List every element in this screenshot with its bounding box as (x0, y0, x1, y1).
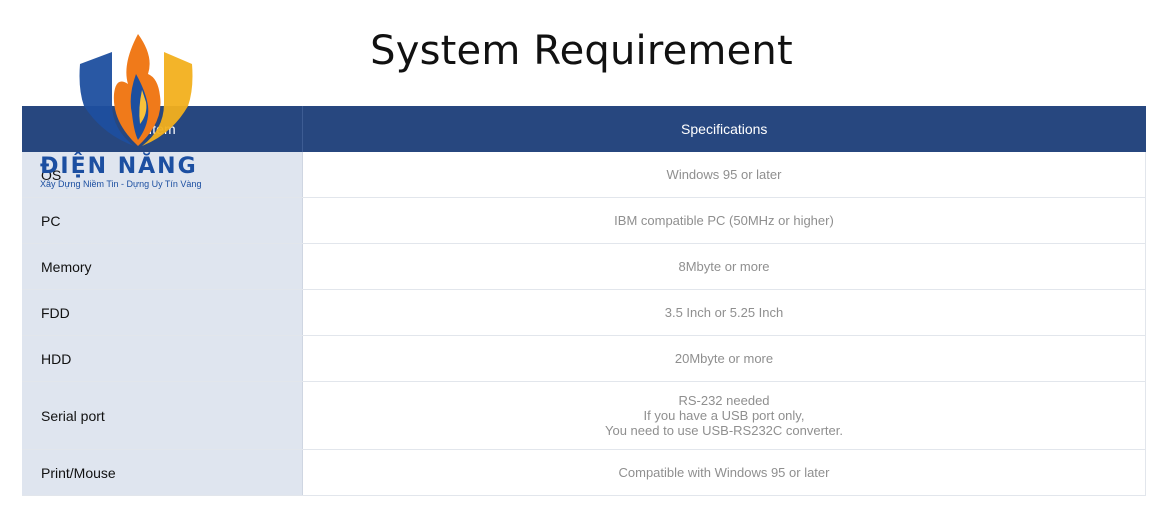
table-row: PC IBM compatible PC (50MHz or higher) (22, 197, 1146, 244)
table-row: Print/Mouse Compatible with Windows 95 o… (22, 449, 1146, 496)
row-item-label: HDD (22, 335, 303, 382)
spec-line: You need to use USB-RS232C converter. (605, 423, 843, 438)
table-row: Memory 8Mbyte or more (22, 243, 1146, 290)
row-item-label: Serial port (22, 381, 303, 450)
logo-tagline: Xây Dựng Niềm Tin - Dựng Uy Tín Vàng (40, 179, 202, 189)
spec-line: 8Mbyte or more (678, 259, 770, 274)
row-item-label: PC (22, 197, 303, 244)
spec-line: Compatible with Windows 95 or later (618, 465, 830, 480)
row-spec: 20Mbyte or more (302, 335, 1146, 382)
spec-line: 20Mbyte or more (674, 351, 774, 366)
logo-brand-text: ĐIỆN NĂNG (40, 154, 198, 179)
spec-line: If you have a USB port only, (643, 408, 805, 423)
row-spec: 8Mbyte or more (302, 243, 1146, 290)
spec-line: 3.5 Inch or 5.25 Inch (664, 305, 784, 320)
row-spec: IBM compatible PC (50MHz or higher) (302, 197, 1146, 244)
table-row: FDD 3.5 Inch or 5.25 Inch (22, 289, 1146, 336)
row-item-label: Print/Mouse (22, 449, 303, 496)
spec-line: IBM compatible PC (50MHz or higher) (614, 213, 834, 228)
row-item-label: Memory (22, 243, 303, 290)
table-row: HDD 20Mbyte or more (22, 335, 1146, 382)
row-spec: RS-232 needed If you have a USB port onl… (302, 381, 1146, 450)
watermark-logo: ĐIỆN NĂNG Xây Dựng Niềm Tin - Dựng Uy Tí… (38, 34, 208, 194)
row-item-label: FDD (22, 289, 303, 336)
column-header-specifications: Specifications (302, 106, 1146, 152)
row-spec: Compatible with Windows 95 or later (302, 449, 1146, 496)
spec-line: RS-232 needed (678, 393, 770, 408)
spec-line: Windows 95 or later (666, 167, 782, 182)
row-spec: Windows 95 or later (302, 152, 1146, 198)
table-row: Serial port RS-232 needed If you have a … (22, 381, 1146, 450)
row-spec: 3.5 Inch or 5.25 Inch (302, 289, 1146, 336)
shield-flame-icon (79, 34, 193, 146)
